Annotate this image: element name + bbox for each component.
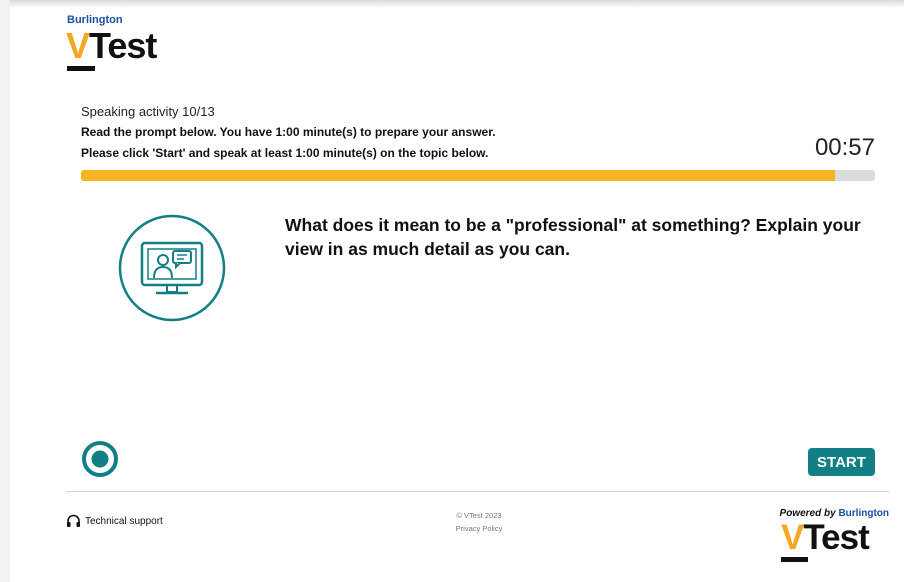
powered-by-logo: Powered by Burlington VTest [778,508,893,566]
instruction-prepare: Read the prompt below. You have 1:00 min… [81,125,496,139]
start-button[interactable]: START [808,448,875,476]
vtest-logo: Burlington VTest [66,14,186,74]
privacy-policy-link[interactable]: Privacy Policy [440,524,518,533]
activity-counter: Speaking activity 10/13 [81,104,215,119]
countdown-timer: 00:57 [814,134,875,161]
footer-divider [66,491,889,492]
video-call-icon [118,214,226,322]
footer-logo-v: V [781,518,804,557]
left-strip [0,0,10,582]
technical-support-label: Technical support [85,515,163,527]
instruction-speak: Please click 'Start' and speak at least … [81,146,489,160]
speaking-prompt: What does it mean to be a "professional"… [285,215,861,259]
logo-v: V [66,25,90,66]
footer-logo-test: Test [803,518,869,557]
progress-bar [81,170,875,181]
technical-support-link[interactable]: Technical support [66,514,163,528]
progress-fill [81,170,836,181]
logo-underline [67,66,95,71]
top-shadow [0,0,904,8]
headset-icon [67,514,80,527]
record-indicator-icon [81,440,119,478]
footer-logo-underline [781,557,808,562]
logo-mark: VTest [66,25,157,66]
logo-test: Test [89,25,157,66]
copyright-text: © VTest 2023 [456,511,502,520]
footer-logo-mark: VTest [781,518,870,558]
